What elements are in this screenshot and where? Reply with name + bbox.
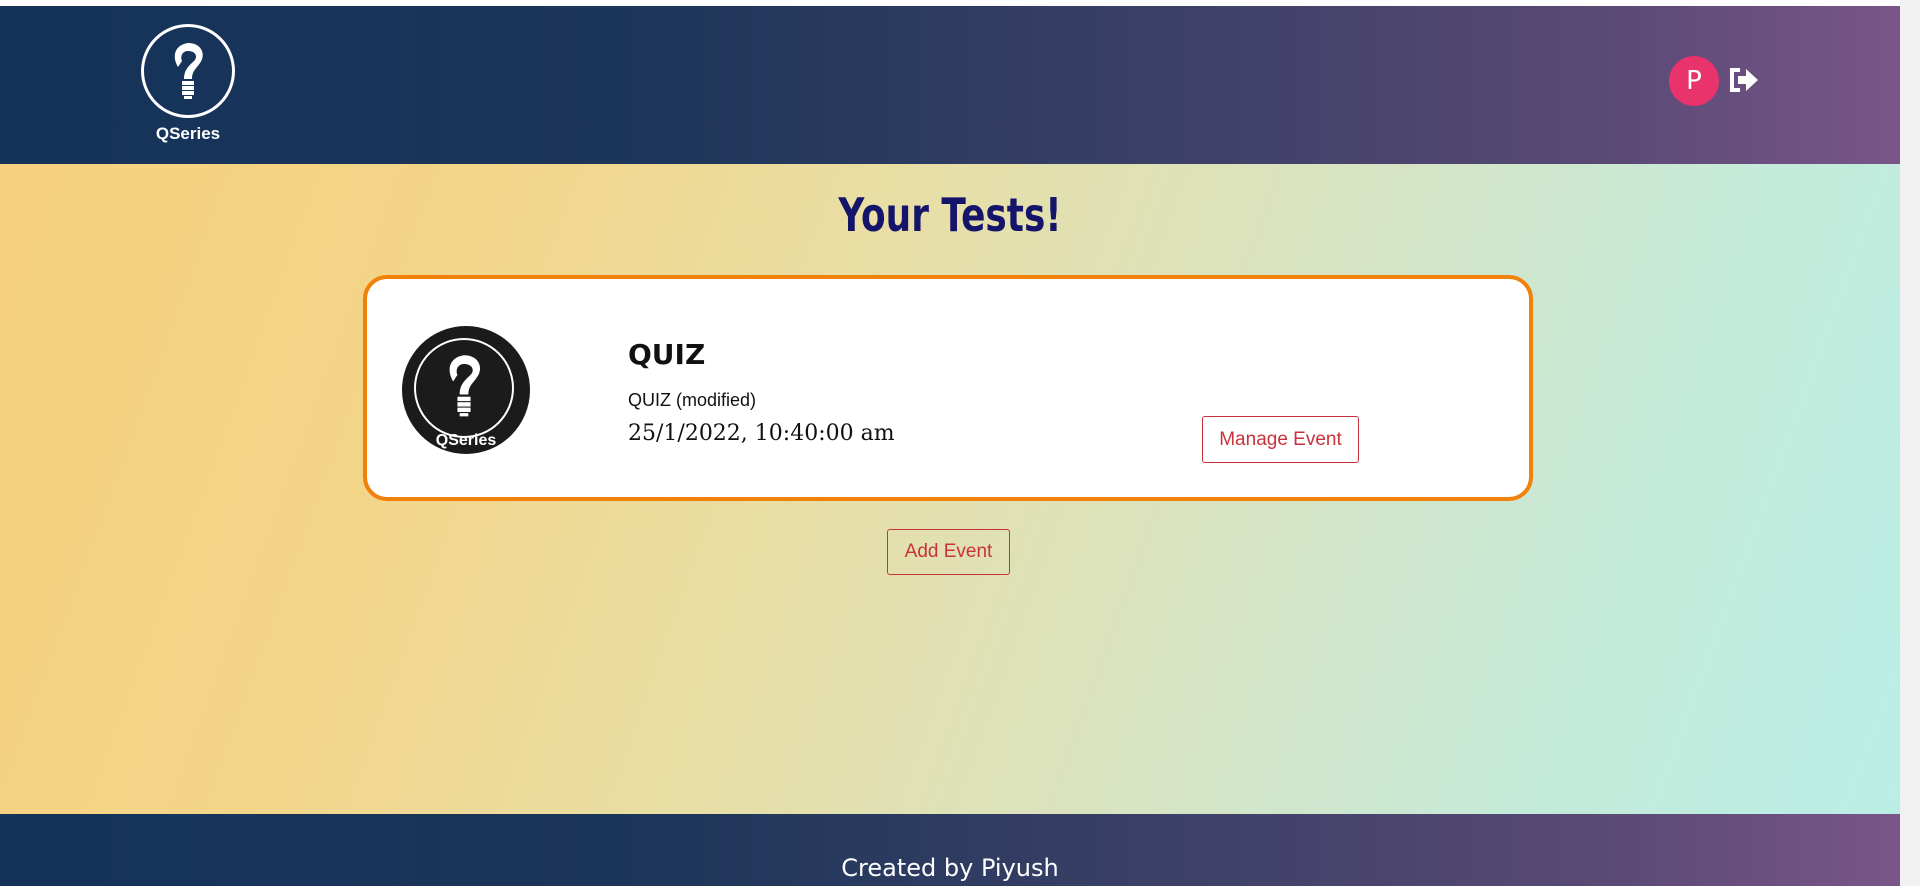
page: QSeries P Your Tests! QSeries QUIZ QUIZ …	[0, 0, 1900, 886]
header: QSeries	[0, 6, 1900, 164]
sign-out-icon[interactable]	[1726, 64, 1760, 96]
test-description: QUIZ (modified)	[628, 390, 757, 410]
add-event-button[interactable]: Add Event	[887, 529, 1010, 575]
test-datetime: 25/1/2022, 10:40:00 am	[628, 421, 895, 446]
manage-event-button[interactable]: Manage Event	[1202, 416, 1359, 463]
test-card	[363, 275, 1533, 501]
page-title: Your Tests!	[838, 188, 1062, 242]
test-logo-text: QSeries	[435, 432, 497, 449]
footer-text: Created by Piyush	[841, 854, 1059, 882]
brand-name: QSeries	[155, 124, 221, 143]
avatar[interactable]: P	[1669, 56, 1719, 106]
test-logo: QSeries	[402, 326, 530, 454]
question-bulb-icon[interactable]	[141, 24, 235, 118]
scrollbar[interactable]	[1900, 0, 1920, 886]
question-bulb-icon	[414, 338, 514, 438]
test-name: QUIZ	[628, 338, 706, 371]
